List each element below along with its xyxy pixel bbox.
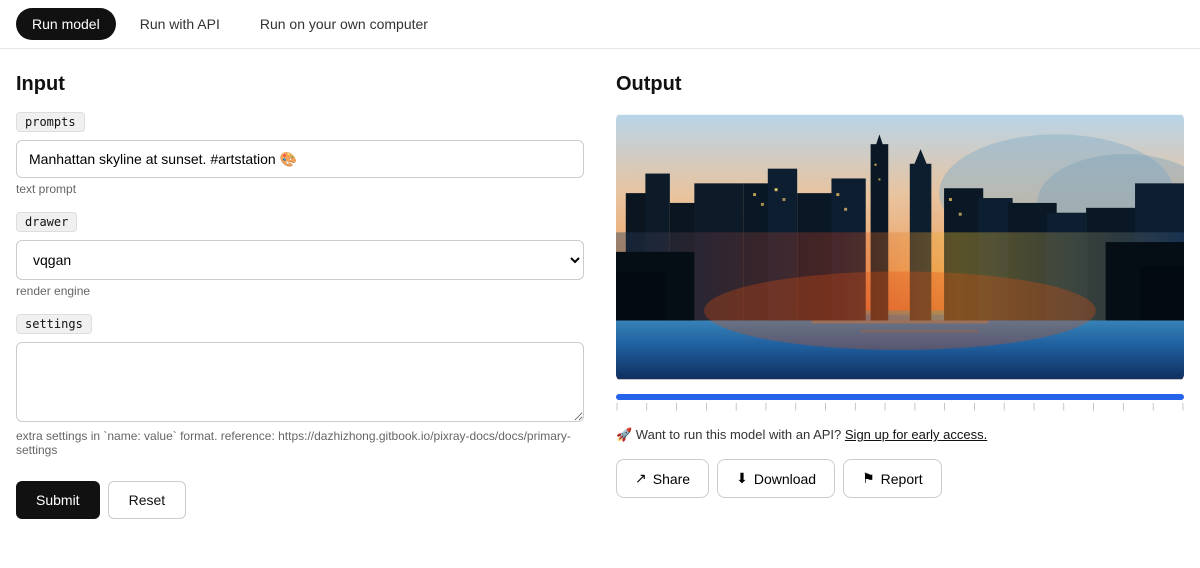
report-label: Report	[881, 471, 923, 487]
progress-ticks: | | | | | | | | | | | | | | | | | | | |	[616, 402, 1184, 411]
submit-button[interactable]: Submit	[16, 481, 100, 519]
api-signup-link[interactable]: Sign up for early access.	[845, 427, 987, 442]
progress-container: | | | | | | | | | | | | | | | | | | | |	[616, 394, 1184, 411]
input-panel: Input prompts text prompt drawer vqgan d…	[16, 73, 584, 519]
share-icon: ↗	[635, 470, 647, 487]
progress-track	[616, 394, 1184, 400]
download-button[interactable]: ⬇ Download	[717, 459, 835, 498]
output-image	[616, 112, 1184, 382]
output-title: Output	[616, 73, 1184, 96]
nav-run-model[interactable]: Run model	[16, 8, 116, 40]
share-button[interactable]: ↗ Share	[616, 459, 709, 498]
api-notice-text: 🚀 Want to run this model with an API?	[616, 427, 841, 442]
reset-button[interactable]: Reset	[108, 481, 187, 519]
prompts-group: prompts text prompt	[16, 112, 584, 196]
prompts-hint: text prompt	[16, 182, 584, 196]
drawer-group: drawer vqgan diffusion pixray render eng…	[16, 212, 584, 298]
progress-fill	[616, 394, 1184, 400]
main-content: Input prompts text prompt drawer vqgan d…	[0, 49, 1200, 543]
form-buttons: Submit Reset	[16, 481, 584, 519]
share-label: Share	[653, 471, 690, 487]
settings-hint: extra settings in `name: value` format. …	[16, 429, 584, 457]
drawer-select[interactable]: vqgan diffusion pixray	[16, 240, 584, 280]
download-icon: ⬇	[736, 470, 748, 487]
settings-group: settings extra settings in `name: value`…	[16, 314, 584, 457]
drawer-label: drawer	[16, 212, 77, 232]
report-button[interactable]: ⚑ Report	[843, 459, 942, 498]
output-image-container	[616, 112, 1184, 382]
top-nav: Run model Run with API Run on your own c…	[0, 0, 1200, 49]
output-panel: Output	[616, 73, 1184, 519]
prompts-input[interactable]	[16, 140, 584, 178]
action-buttons: ↗ Share ⬇ Download ⚑ Report	[616, 459, 1184, 498]
settings-textarea[interactable]	[16, 342, 584, 422]
input-title: Input	[16, 73, 584, 96]
nav-run-with-api[interactable]: Run with API	[124, 8, 236, 40]
api-notice: 🚀 Want to run this model with an API? Si…	[616, 427, 1184, 443]
report-icon: ⚑	[862, 470, 875, 487]
settings-label: settings	[16, 314, 92, 334]
download-label: Download	[754, 471, 816, 487]
nav-run-own-computer[interactable]: Run on your own computer	[244, 8, 444, 40]
prompts-label: prompts	[16, 112, 85, 132]
drawer-hint: render engine	[16, 284, 584, 298]
